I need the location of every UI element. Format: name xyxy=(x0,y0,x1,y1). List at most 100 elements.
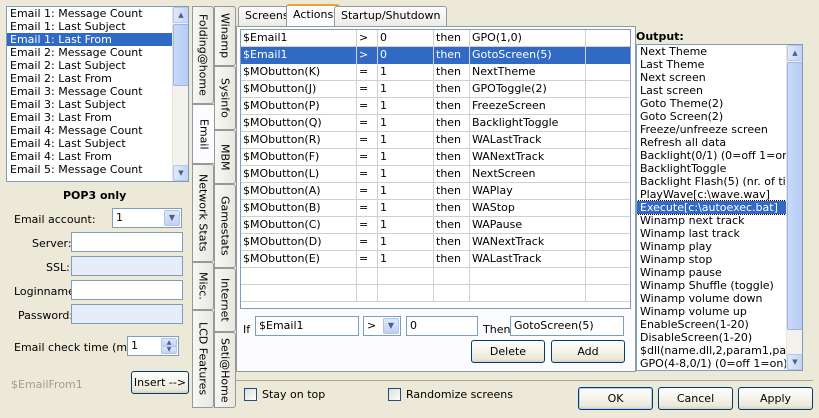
cancel-button[interactable]: Cancel xyxy=(658,387,733,410)
tab-winamp[interactable]: Winamp xyxy=(214,6,236,66)
table-row[interactable] xyxy=(241,268,630,285)
condition-value-input[interactable]: 0 xyxy=(406,316,478,336)
output-item[interactable]: BacklightToggle xyxy=(637,162,802,175)
ok-button[interactable]: OK xyxy=(578,387,653,410)
tab-internet[interactable]: Internet xyxy=(214,268,236,332)
output-item[interactable]: Winamp stop xyxy=(637,253,802,266)
table-row[interactable]: $MObutton(P) = 1 then FreezeScreen xyxy=(241,98,630,115)
scroll-up-icon[interactable]: ▲ xyxy=(173,7,188,23)
table-row[interactable]: $MObutton(L) = 1 then NextScreen xyxy=(241,166,630,183)
output-list-scrollbar[interactable]: ▲ ▼ xyxy=(786,45,802,370)
table-row[interactable]: $MObutton(R) = 1 then WALastTrack xyxy=(241,132,630,149)
output-item[interactable]: PlayWave[c:\wave.wav] xyxy=(637,188,802,201)
list-item[interactable]: Email 1: Last Subject xyxy=(7,20,188,33)
output-item[interactable]: Execute[c:\autoexec.bat] xyxy=(637,200,802,215)
list-item[interactable]: Email 2: Message Count xyxy=(7,46,188,59)
table-row[interactable]: $MObutton(E) = 1 then WALastTrack xyxy=(241,251,630,268)
output-item[interactable]: Goto Theme(2) xyxy=(637,97,802,110)
password-input[interactable] xyxy=(71,304,183,324)
scroll-thumb[interactable] xyxy=(173,24,188,86)
list-item[interactable]: Email 3: Last Subject xyxy=(7,98,188,111)
table-row[interactable]: $MObutton(F) = 1 then WANextTrack xyxy=(241,149,630,166)
tab-startup-shutdown[interactable]: Startup/Shutdown xyxy=(334,6,448,26)
operator-select[interactable]: > ▼ xyxy=(363,316,401,336)
add-button[interactable]: Add xyxy=(551,340,625,363)
tab-mbm[interactable]: MBM xyxy=(214,130,236,184)
tab-misc[interactable]: Misc. xyxy=(192,262,214,310)
list-item[interactable]: Email 3: Last From xyxy=(7,111,188,124)
table-row[interactable] xyxy=(241,285,630,302)
insert-button[interactable]: Insert --> xyxy=(131,371,189,394)
output-item[interactable]: Backlight Flash(5) (nr. of times xyxy=(637,175,802,188)
tab-actions[interactable]: Actions xyxy=(286,4,341,26)
list-item[interactable]: Email 5: Message Count xyxy=(7,163,188,176)
tab-network-stats[interactable]: Network Stats xyxy=(192,164,214,262)
output-item[interactable]: GPO(4-8,0/1) (0=off 1=on) xyxy=(637,357,802,370)
check-time-stepper[interactable]: 1 ▲ ▼ xyxy=(127,336,179,356)
scroll-down-icon[interactable]: ▼ xyxy=(173,165,188,181)
output-item[interactable]: Last Theme xyxy=(637,58,802,71)
ssl-input[interactable] xyxy=(71,256,183,276)
output-item[interactable]: DisableScreen(1-20) xyxy=(637,331,802,344)
table-row[interactable]: $Email1 >0 then GotoScreen(5) xyxy=(241,47,630,64)
action-input[interactable]: GotoScreen(5) xyxy=(510,316,624,336)
list-item[interactable]: Email 2: Last Subject xyxy=(7,59,188,72)
output-item[interactable]: Winamp last track xyxy=(637,227,802,240)
list-item[interactable]: Email 4: Message Count xyxy=(7,124,188,137)
table-row[interactable]: $MObutton(Q) = 1 then BacklightToggle xyxy=(241,115,630,132)
delete-button[interactable]: Delete xyxy=(471,340,545,363)
list-item[interactable]: Email 3: Message Count xyxy=(7,85,188,98)
stay-on-top-checkbox[interactable] xyxy=(244,388,257,401)
output-item[interactable]: Backlight(0/1) (0=off 1=on) xyxy=(637,149,802,162)
filler-cell xyxy=(586,183,630,200)
chevron-down-icon[interactable]: ▼ xyxy=(383,318,399,334)
variable-list-scrollbar[interactable]: ▲ ▼ xyxy=(172,7,188,181)
tab-folding-at-home[interactable]: Folding@home xyxy=(192,6,214,104)
tab-lcd-features[interactable]: LCD Features xyxy=(192,310,214,408)
randomize-screens-checkbox[interactable] xyxy=(388,388,401,401)
email-account-select[interactable]: 1 ▼ xyxy=(112,208,182,228)
table-row[interactable]: $MObutton(K) = 1 then NextTheme xyxy=(241,64,630,81)
loginname-input[interactable] xyxy=(71,280,183,300)
table-row[interactable]: $MObutton(D) = 1 then WANextTrack xyxy=(241,234,630,251)
tab-email[interactable]: Email xyxy=(192,104,216,164)
output-item[interactable]: Winamp volume up xyxy=(637,305,802,318)
table-row[interactable]: $MObutton(B) = 1 then WAStop xyxy=(241,200,630,217)
output-item[interactable]: Winamp play xyxy=(637,240,802,253)
table-row[interactable]: $MObutton(J) = 1 then GPOToggle(2) xyxy=(241,81,630,98)
variable-list[interactable]: Email 1: Message Count Email 1: Last Subj… xyxy=(6,6,189,182)
scroll-up-icon[interactable]: ▲ xyxy=(787,45,802,61)
output-item[interactable]: Refresh all data xyxy=(637,136,802,149)
table-row[interactable]: $Email1 >0 then GPO(1,0) xyxy=(241,30,630,47)
output-item[interactable]: Goto Screen(2) xyxy=(637,110,802,123)
apply-button[interactable]: Apply xyxy=(738,387,813,410)
output-item[interactable]: Winamp next track xyxy=(637,214,802,227)
output-item[interactable]: Next screen xyxy=(637,71,802,84)
actions-table[interactable]: $Email1 >0 then GPO(1,0) $Email1 >0 then GotoSc… xyxy=(240,29,631,309)
output-item[interactable]: EnableScreen(1-20) xyxy=(637,318,802,331)
output-item[interactable]: Freeze/unfreeze screen xyxy=(637,123,802,136)
scroll-thumb[interactable] xyxy=(787,62,802,330)
tab-seti-at-home[interactable]: Seti@Home xyxy=(214,332,236,408)
output-list[interactable]: Next Theme Last Theme Next screen Last scre… xyxy=(636,44,803,371)
list-item[interactable]: Email 1: Last From xyxy=(7,33,188,46)
tab-gamestats[interactable]: Gamestats xyxy=(214,184,236,268)
output-item[interactable]: Winamp pause xyxy=(637,266,802,279)
table-row[interactable]: $MObutton(A) = 1 then WAPlay xyxy=(241,183,630,200)
server-input[interactable] xyxy=(71,232,183,252)
scroll-down-icon[interactable]: ▼ xyxy=(787,354,802,370)
list-item[interactable]: Email 4: Last From xyxy=(7,150,188,163)
chevron-down-icon[interactable]: ▼ xyxy=(164,210,180,226)
list-item[interactable]: Email 1: Message Count xyxy=(7,7,188,20)
list-item[interactable]: Email 2: Last From xyxy=(7,72,188,85)
list-item[interactable]: Email 4: Last Subject xyxy=(7,137,188,150)
output-item[interactable]: $dll(name.dll,2,param1,param2 xyxy=(637,344,802,357)
table-row[interactable]: $MObutton(C) = 1 then WAPause xyxy=(241,217,630,234)
output-item[interactable]: Last screen xyxy=(637,84,802,97)
stepper-down-icon[interactable]: ▼ xyxy=(161,346,177,354)
output-item[interactable]: Winamp Shuffle (toggle) xyxy=(637,279,802,292)
output-item[interactable]: Next Theme xyxy=(637,45,802,58)
tab-sysinfo[interactable]: Sysinfo xyxy=(214,66,236,130)
output-item[interactable]: Winamp volume down xyxy=(637,292,802,305)
condition-variable-input[interactable]: $Email1 xyxy=(255,316,359,336)
